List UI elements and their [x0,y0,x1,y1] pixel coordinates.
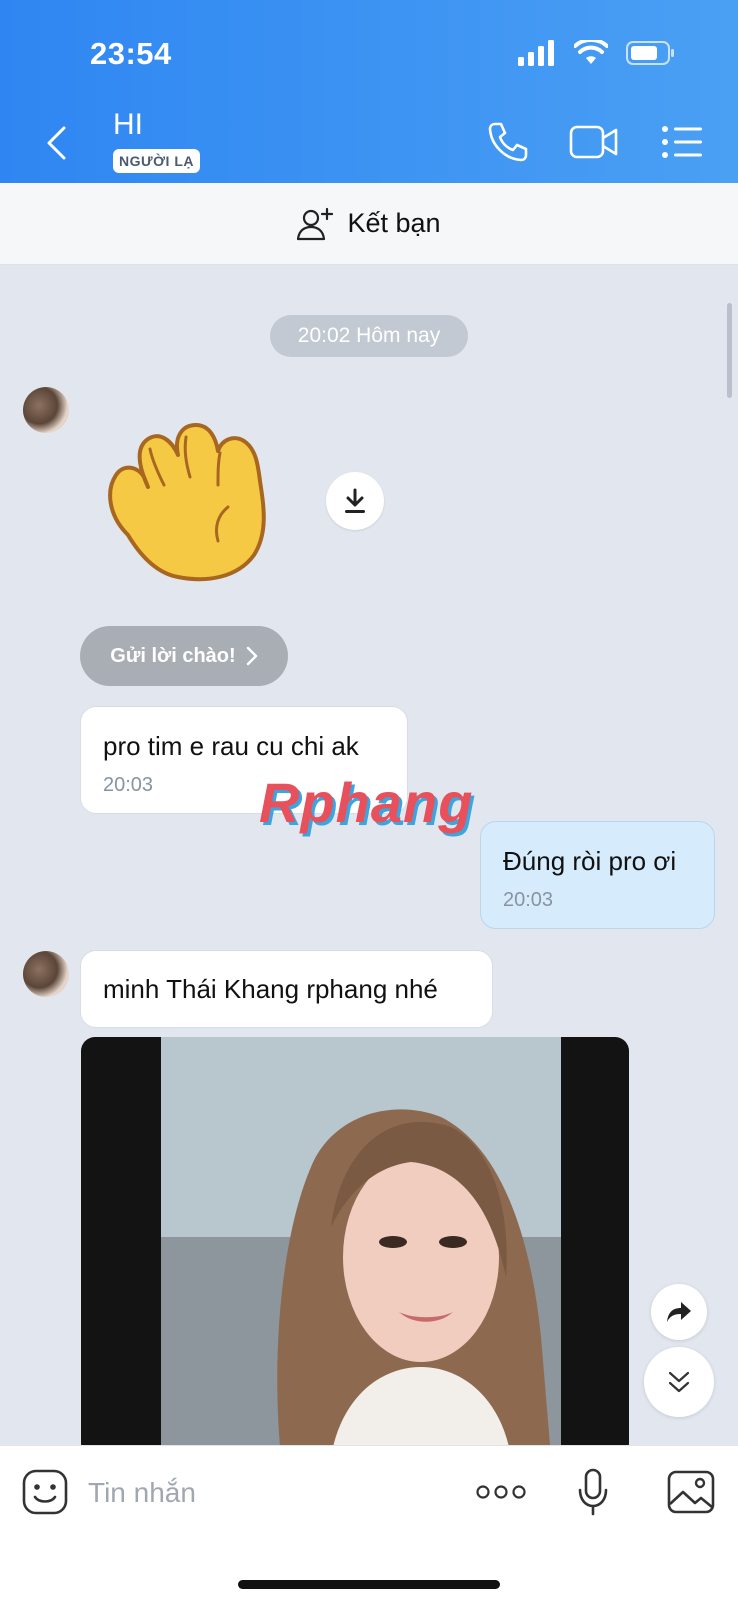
stranger-badge: NGƯỜI LẠ [113,149,200,173]
watermark-logo: Rphang [259,771,474,834]
more-options-button[interactable] [476,1464,526,1520]
contact-name[interactable]: HI [113,108,143,142]
message-input[interactable] [88,1473,428,1513]
download-sticker-button[interactable] [326,472,384,530]
more-dots-icon [476,1485,526,1499]
download-icon [345,488,365,513]
video-call-button[interactable] [568,118,620,166]
status-icons [518,40,676,66]
status-time: 23:54 [90,36,172,71]
menu-button[interactable] [656,118,708,166]
chevron-right-icon [246,646,257,666]
date-separator: 20:02 Hôm nay [270,315,468,357]
waving-hand-sticker[interactable] [98,415,288,585]
add-friend-label: Kết bạn [347,208,441,238]
sticker-face-icon [22,1469,68,1515]
contact-avatar[interactable] [23,387,69,433]
share-arrow-icon [667,1302,691,1322]
gallery-button[interactable] [667,1464,715,1520]
message-text: pro tim e rau cu chi ak [103,731,359,761]
scroll-to-bottom-button[interactable] [644,1347,714,1417]
chevron-left-icon [47,126,66,160]
phone-icon [488,122,528,162]
chat-area[interactable]: 20:02 Hôm nay Gửi lời chào! pro tim e ra… [0,265,738,1445]
double-chevron-down-icon [668,1371,690,1393]
image-icon [667,1470,715,1514]
message-text: minh Thái Khang rphang nhé [103,974,438,1004]
send-greeting-button[interactable]: Gửi lời chào! [80,626,288,686]
wifi-icon [574,40,608,64]
message-composer [0,1445,738,1600]
message-bubble-incoming[interactable]: minh Thái Khang rphang nhé [80,950,493,1028]
share-button[interactable] [651,1284,707,1340]
microphone-icon [578,1468,608,1516]
add-user-icon [297,207,334,240]
chat-header: 23:54 HI NGƯỜI LẠ [0,0,738,183]
home-indicator[interactable] [238,1580,500,1589]
back-button[interactable] [36,118,76,168]
add-friend-bar[interactable]: Kết bạn [0,183,738,265]
video-camera-icon [569,125,618,159]
signal-icon [518,40,554,66]
message-bubble-outgoing[interactable]: Đúng ròi pro ơi 20:03 [480,821,715,929]
contact-avatar[interactable] [23,951,69,997]
emoji-button[interactable] [22,1464,68,1520]
chat-scrollbar[interactable] [727,303,732,398]
photo-content [161,1037,561,1445]
message-time: 20:03 [503,889,554,911]
send-greeting-label: Gửi lời chào! [110,644,236,667]
voice-call-button[interactable] [482,118,534,166]
message-text: Đúng ròi pro ơi [503,846,677,876]
list-menu-icon [662,126,702,158]
battery-icon [626,41,674,65]
photo-message[interactable] [81,1037,629,1445]
voice-message-button[interactable] [577,1464,609,1520]
portrait-photo [161,1037,561,1445]
